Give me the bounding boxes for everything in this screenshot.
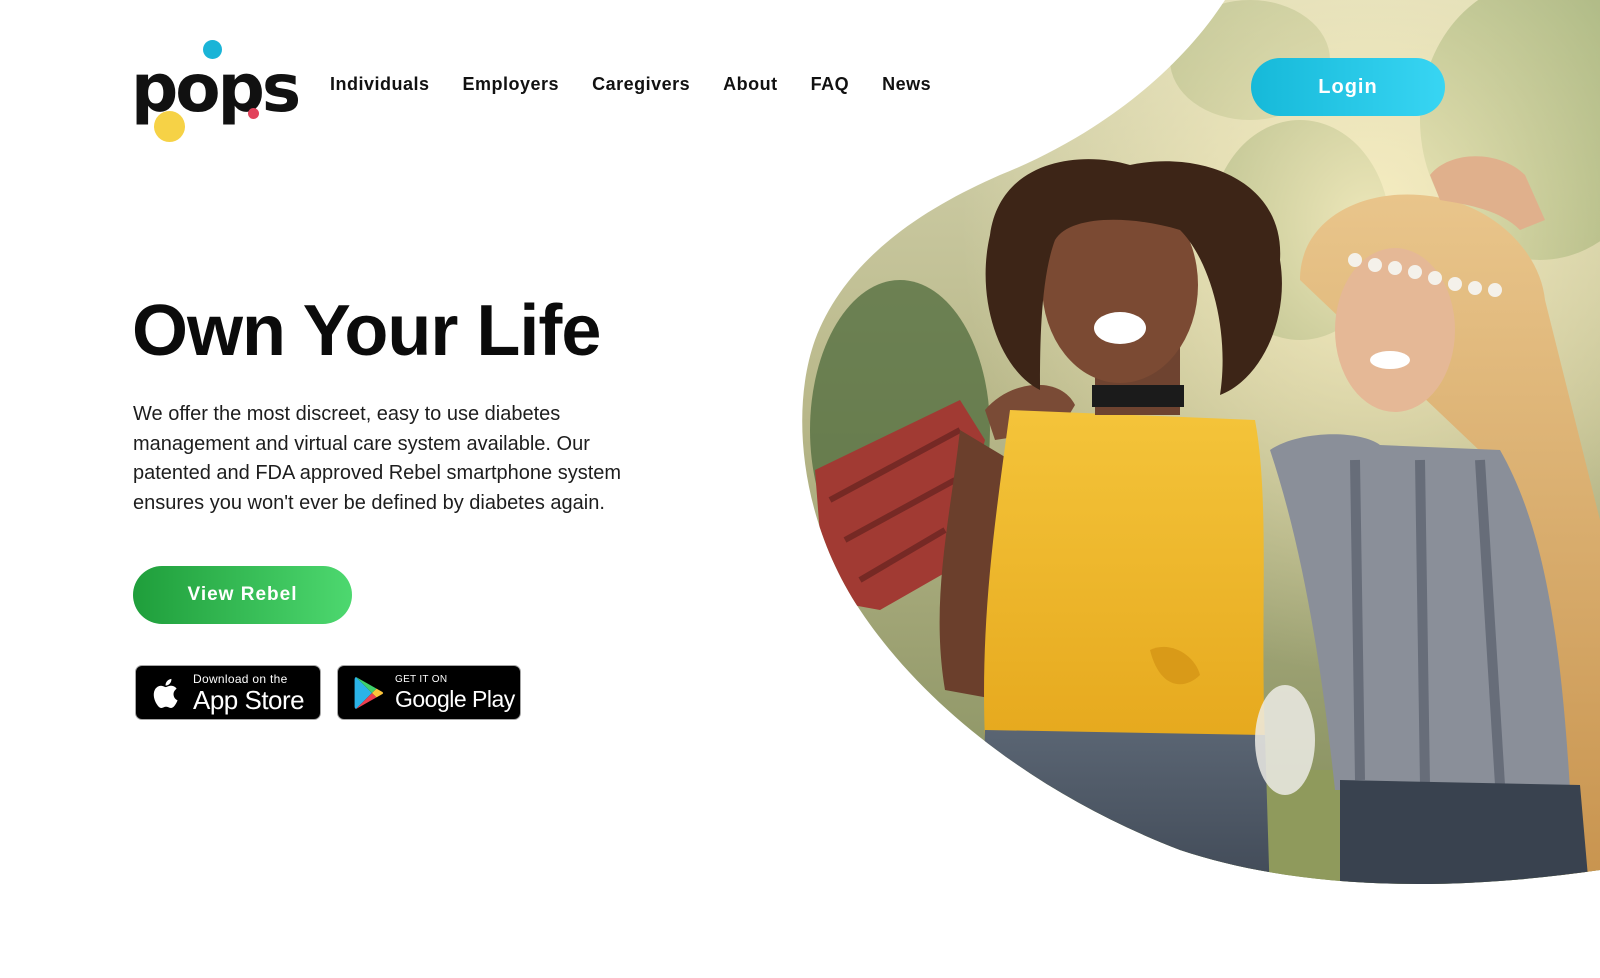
nav-individuals[interactable]: Individuals (330, 74, 430, 95)
nav-employers[interactable]: Employers (463, 74, 560, 95)
nav-caregivers[interactable]: Caregivers (592, 74, 690, 95)
app-store-badge[interactable]: Download on the App Store (135, 665, 321, 720)
login-button[interactable]: Login (1251, 58, 1445, 116)
google-play-small-text: GET IT ON (395, 673, 448, 685)
pops-logo[interactable]: pops (131, 36, 301, 144)
hero-description: We offer the most discreet, easy to use … (133, 403, 622, 514)
google-play-badge[interactable]: GET IT ON Google Play (337, 665, 521, 720)
logo-wordmark: pops (131, 50, 301, 127)
app-store-small-text: Download on the (193, 671, 288, 686)
view-rebel-button[interactable]: View Rebel (133, 566, 352, 624)
logo-dot-pink (248, 108, 259, 119)
app-store-big-text: App Store (193, 684, 305, 715)
hero-title: Own Your Life (132, 291, 601, 371)
logo-dot-yellow (154, 111, 185, 142)
google-play-icon (354, 676, 384, 709)
apple-icon (153, 678, 178, 708)
nav-about[interactable]: About (723, 74, 777, 95)
main-nav: Individuals Employers Caregivers About F… (330, 74, 931, 95)
google-play-big-text: Google Play (395, 685, 515, 712)
nav-faq[interactable]: FAQ (811, 74, 850, 95)
nav-news[interactable]: News (882, 74, 931, 95)
